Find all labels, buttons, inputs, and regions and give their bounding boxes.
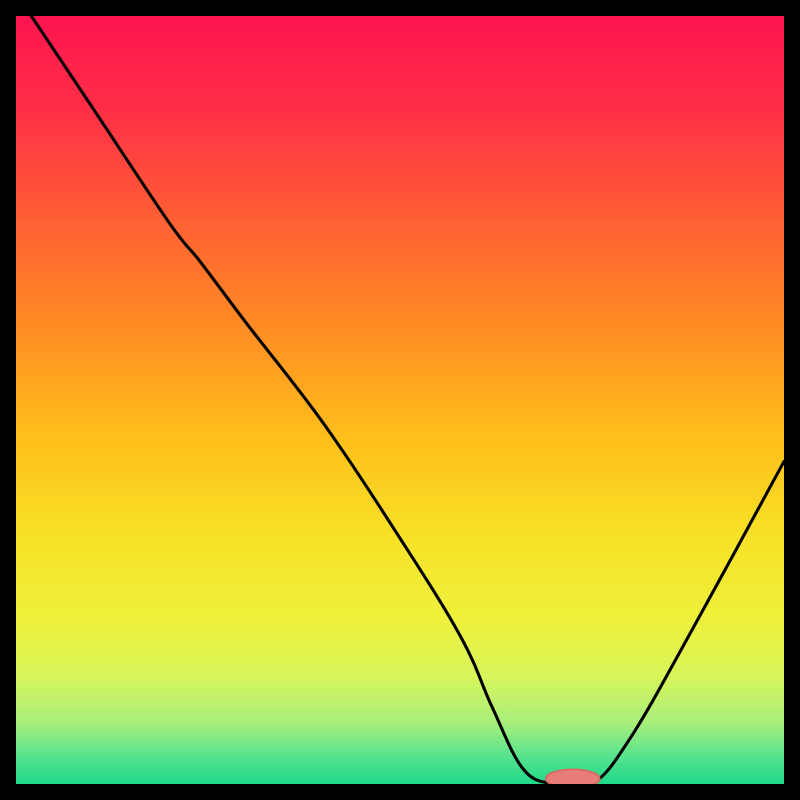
chart-frame: TheBottleneck.com	[16, 16, 784, 784]
gradient-background	[16, 16, 784, 784]
optimal-marker	[546, 769, 600, 784]
chart-svg	[16, 16, 784, 784]
